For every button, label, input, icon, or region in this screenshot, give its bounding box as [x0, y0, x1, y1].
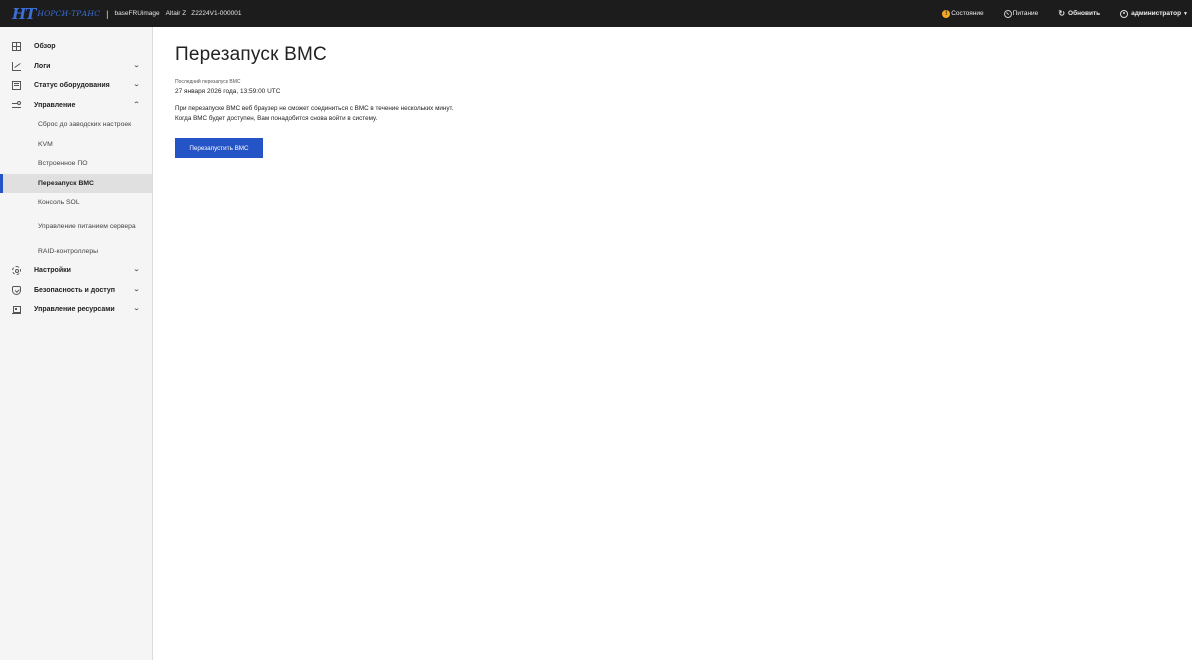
sidebar-item-security[interactable]: Безопасность и доступ ⌄	[0, 281, 152, 301]
caret-down-icon: ▼	[1183, 10, 1188, 17]
sidebar-item-label: Настройки	[34, 267, 71, 275]
header-actions: ! Состояние Питание ↻ Обновить администр…	[922, 0, 1192, 27]
sliders-icon	[12, 101, 21, 110]
resources-icon	[12, 305, 21, 314]
page-title: Перезапуск BMC	[175, 44, 327, 65]
main-content: Перезапуск BMC Последний перезапуск BMC …	[175, 27, 1175, 158]
sidebar-item-label: Управление ресурсами	[34, 306, 115, 314]
power-button[interactable]: Питание	[1003, 9, 1039, 18]
sidebar-item-label: Безопасность и доступ	[34, 286, 115, 294]
last-reboot-label: Последний перезапуск BMC	[175, 79, 241, 85]
server-model: Altair Z	[165, 10, 187, 17]
sidebar-item-settings[interactable]: Настройки ⌄	[0, 261, 152, 281]
user-menu-button[interactable]: администратор ▼	[1120, 9, 1188, 18]
sidebar-item-label: Статус оборудования	[34, 82, 110, 90]
sidebar-subitem-reboot-bmc[interactable]: Перезапуск BMC	[0, 173, 152, 193]
chevron-down-icon: ⌄	[132, 306, 141, 312]
grid-icon	[12, 42, 21, 51]
sidebar-item-resource-management[interactable]: Управление ресурсами ⌄	[0, 300, 152, 320]
sidebar: Обзор Логи ⌄ Статус оборудования ⌄ Управ…	[0, 27, 153, 660]
refresh-icon: ↻	[1058, 9, 1066, 18]
sidebar-item-operations[interactable]: Управление ⌃	[0, 96, 152, 116]
chevron-down-icon: ⌄	[132, 62, 141, 69]
chevron-up-icon: ⌃	[132, 101, 141, 108]
sidebar-subitem-factory-reset[interactable]: Сброс до заводских настроек	[0, 115, 152, 135]
sidebar-subitem-firmware[interactable]: Встроенное ПО	[0, 154, 152, 174]
sidebar-item-logs[interactable]: Логи ⌄	[0, 57, 152, 77]
warning-icon: !	[942, 9, 951, 18]
user-icon	[1120, 9, 1129, 18]
sidebar-subitem-kvm[interactable]: KVM	[0, 135, 152, 155]
sidebar-subitem-raid[interactable]: RAID-контроллеры	[0, 242, 152, 262]
last-reboot-value: 27 января 2026 года, 13:59:00 UTC	[175, 88, 281, 95]
header-separator: |	[106, 8, 109, 19]
logo-text: НОРСИ-ТРАНС	[37, 9, 101, 18]
refresh-label: Обновить	[1068, 10, 1101, 17]
shield-icon	[12, 285, 21, 295]
sidebar-subitem-sol-console[interactable]: Консоль SOL	[0, 193, 152, 213]
refresh-button[interactable]: ↻ Обновить	[1058, 9, 1100, 18]
reboot-description: При перезапуске BMC веб браузер не сможе…	[175, 105, 454, 122]
user-label: администратор	[1131, 10, 1182, 17]
logo-mark: HT	[12, 4, 36, 23]
status-button[interactable]: ! Состояние	[942, 9, 984, 18]
sidebar-item-overview[interactable]: Обзор	[0, 37, 152, 57]
sidebar-item-label: Логи	[34, 62, 51, 70]
serial-number: Z2224V1-000001	[191, 10, 242, 17]
chevron-down-icon: ⌄	[132, 286, 141, 293]
status-label: Состояние	[951, 10, 984, 17]
chevron-down-icon: ⌄	[132, 82, 141, 88]
gear-icon	[12, 266, 21, 275]
sidebar-item-label: Управление	[34, 101, 76, 109]
reboot-bmc-button[interactable]: Перезапустить BMC	[175, 138, 263, 158]
power-label: Питание	[1012, 10, 1039, 17]
top-header: HT НОРСИ-ТРАНС | baseFRUimage Altair Z Z…	[0, 0, 1192, 27]
sidebar-subitem-server-power[interactable]: Управление питанием сервера	[0, 213, 152, 242]
list-icon	[12, 81, 21, 90]
sidebar-item-hardware-status[interactable]: Статус оборудования ⌄	[0, 76, 152, 96]
sidebar-item-label: Обзор	[34, 43, 56, 51]
brand[interactable]: HT НОРСИ-ТРАНС	[12, 0, 100, 27]
host-name: baseFRUimage	[114, 10, 160, 17]
power-icon	[1003, 9, 1012, 18]
chevron-down-icon: ⌄	[132, 267, 141, 273]
chart-icon	[12, 61, 21, 71]
